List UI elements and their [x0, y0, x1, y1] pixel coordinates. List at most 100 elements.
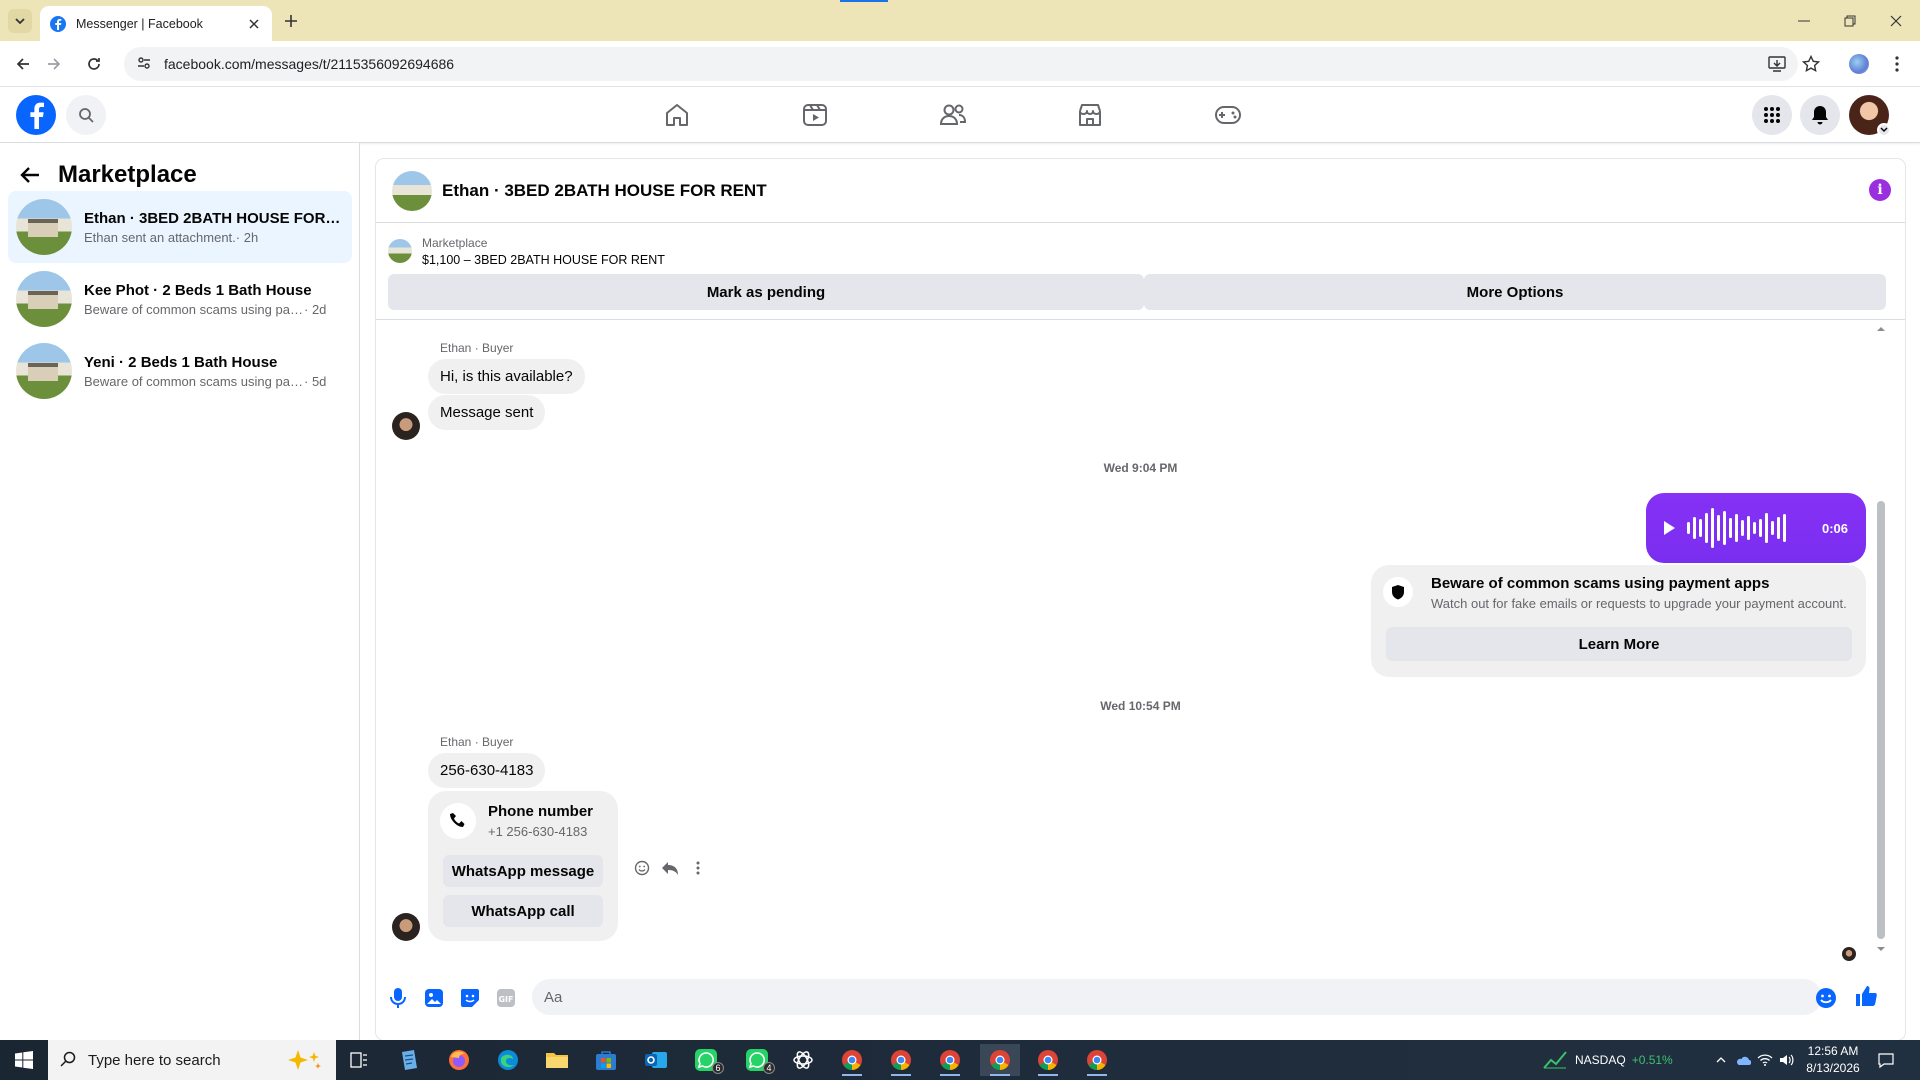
- wifi-icon[interactable]: [1754, 1054, 1776, 1066]
- stock-ticker-widget[interactable]: NASDAQ +0.51%: [1543, 1040, 1673, 1080]
- tab-title: Messenger | Facebook: [76, 16, 203, 31]
- notifications-icon[interactable]: [1878, 1040, 1894, 1080]
- listing-title: $1,100 – 3BED 2BATH HOUSE FOR RENT: [422, 252, 665, 267]
- buyer-avatar[interactable]: [392, 913, 420, 941]
- chatgpt-app-icon[interactable]: [783, 1044, 823, 1076]
- scroll-up-icon[interactable]: [1876, 325, 1886, 333]
- ticker-change: +0.51%: [1631, 1053, 1673, 1067]
- emoji-icon[interactable]: [1814, 986, 1838, 1010]
- conversation-item[interactable]: Yeni · 2 Beds 1 Bath House Beware of com…: [8, 335, 352, 407]
- tab-loading-indicator: [840, 0, 888, 2]
- new-tab-icon[interactable]: [280, 10, 302, 32]
- play-icon[interactable]: [1664, 521, 1675, 535]
- browser-menu-icon[interactable]: [1883, 50, 1911, 78]
- listing-summary[interactable]: Marketplace $1,100 – 3BED 2BATH HOUSE FO…: [388, 231, 665, 271]
- whatsapp-message-button[interactable]: WhatsApp message: [443, 855, 603, 887]
- voice-message[interactable]: 0:06: [1646, 493, 1866, 563]
- tab-search-chevron-icon[interactable]: [8, 9, 32, 33]
- info-icon[interactable]: i: [1869, 179, 1891, 201]
- listing-thumbnail[interactable]: [392, 170, 432, 211]
- conversation-snippet: Ethan sent an attachment.: [84, 229, 236, 245]
- panel-title: Marketplace: [58, 161, 197, 188]
- timestamp: Wed 9:04 PM: [1103, 461, 1178, 475]
- buyer-avatar[interactable]: [392, 412, 420, 440]
- message-bubble[interactable]: 256-630-4183: [428, 753, 546, 788]
- message-bubble[interactable]: Message sent: [428, 395, 546, 430]
- conversation-item[interactable]: Ethan · 3BED 2BATH HOUSE FOR R... Ethan …: [8, 191, 352, 263]
- facebook-logo-icon[interactable]: [16, 95, 56, 135]
- taskbar-search[interactable]: Type here to search: [48, 1040, 336, 1080]
- svg-text:GIF: GIF: [498, 995, 513, 1004]
- tab-close-icon[interactable]: [246, 16, 262, 32]
- like-thumb-icon[interactable]: [1854, 984, 1878, 1008]
- facebook-favicon-icon: [50, 15, 66, 32]
- message-bubble[interactable]: Hi, is this available?: [428, 359, 585, 394]
- gaming-icon[interactable]: [1172, 95, 1284, 135]
- bookmark-star-icon[interactable]: [1797, 50, 1825, 78]
- chrome-app-icon[interactable]: [1028, 1044, 1068, 1076]
- photo-icon[interactable]: [422, 986, 446, 1010]
- windows-start-icon[interactable]: [0, 1040, 48, 1080]
- more-actions-icon[interactable]: [684, 854, 712, 882]
- file-explorer-app-icon[interactable]: [537, 1044, 577, 1076]
- task-view-icon[interactable]: [339, 1044, 379, 1076]
- home-icon[interactable]: [621, 95, 733, 135]
- sticker-icon[interactable]: [458, 986, 482, 1010]
- more-options-button[interactable]: More Options: [1144, 274, 1886, 310]
- notifications-bell-icon[interactable]: [1800, 95, 1840, 135]
- chevron-up-icon[interactable]: [1710, 1057, 1732, 1063]
- chat-title[interactable]: Ethan · 3BED 2BATH HOUSE FOR RENT: [442, 181, 767, 201]
- microsoft-store-app-icon[interactable]: [586, 1044, 626, 1076]
- address-bar[interactable]: facebook.com/messages/t/2115356092694686: [124, 47, 1798, 81]
- back-arrow-icon[interactable]: [16, 161, 44, 189]
- voice-duration: 0:06: [1821, 520, 1848, 536]
- chrome-app-icon[interactable]: [930, 1044, 970, 1076]
- edge-app-icon[interactable]: [488, 1044, 528, 1076]
- microphone-icon[interactable]: [386, 986, 410, 1010]
- taskbar-clock[interactable]: 12:56 AM 8/13/2026: [1795, 1043, 1871, 1077]
- chrome-app-icon[interactable]: [1077, 1044, 1117, 1076]
- forward-arrow-icon[interactable]: [40, 50, 68, 78]
- install-app-icon[interactable]: [1763, 50, 1791, 78]
- listing-thumbnail: [16, 271, 72, 327]
- waveform: [1687, 508, 1816, 548]
- phone-icon: [440, 803, 476, 839]
- profile-icon[interactable]: [1845, 50, 1873, 78]
- outlook-app-icon[interactable]: [636, 1044, 676, 1076]
- video-icon[interactable]: [759, 95, 871, 135]
- marketplace-icon[interactable]: [1034, 95, 1146, 135]
- gif-icon[interactable]: GIF: [494, 986, 518, 1010]
- chrome-app-icon[interactable]: [832, 1044, 872, 1076]
- notepad-app-icon[interactable]: [389, 1044, 429, 1076]
- whatsapp-app-icon[interactable]: 6: [686, 1044, 726, 1076]
- message-input[interactable]: Aa: [532, 979, 1822, 1015]
- search-icon[interactable]: [66, 95, 106, 135]
- react-emoji-icon[interactable]: [628, 854, 656, 882]
- close-window-icon[interactable]: [1873, 0, 1919, 41]
- scroll-down-icon[interactable]: [1876, 945, 1886, 953]
- whatsapp-app-icon[interactable]: 4: [737, 1044, 777, 1076]
- mark-pending-button[interactable]: Mark as pending: [388, 274, 1144, 310]
- account-avatar[interactable]: [1849, 95, 1891, 137]
- onedrive-icon[interactable]: [1732, 1054, 1754, 1066]
- scam-warning-title: Beware of common scams using payment app…: [1431, 575, 1770, 592]
- restore-icon[interactable]: [1827, 0, 1873, 41]
- site-settings-icon[interactable]: [136, 55, 152, 74]
- conversation-time: · 2d: [304, 301, 327, 317]
- reply-icon[interactable]: [656, 854, 684, 882]
- conversation-item[interactable]: Kee Phot · 2 Beds 1 Bath House Beware of…: [8, 263, 352, 335]
- minimize-icon[interactable]: [1781, 0, 1827, 41]
- learn-more-button[interactable]: Learn More: [1386, 627, 1852, 661]
- chrome-app-icon-active[interactable]: [980, 1044, 1020, 1076]
- chrome-app-icon[interactable]: [881, 1044, 921, 1076]
- scrollbar-thumb[interactable]: [1877, 501, 1885, 939]
- menu-grid-icon[interactable]: [1752, 95, 1792, 135]
- whatsapp-call-button[interactable]: WhatsApp call: [443, 895, 603, 927]
- back-arrow-icon[interactable]: [9, 50, 37, 78]
- browser-tab[interactable]: Messenger | Facebook: [40, 6, 272, 41]
- firefox-app-icon[interactable]: [439, 1044, 479, 1076]
- friends-icon[interactable]: [897, 95, 1009, 135]
- reload-icon[interactable]: [80, 50, 108, 78]
- conversation-time: · 2h: [235, 229, 259, 245]
- search-icon: [60, 1051, 76, 1070]
